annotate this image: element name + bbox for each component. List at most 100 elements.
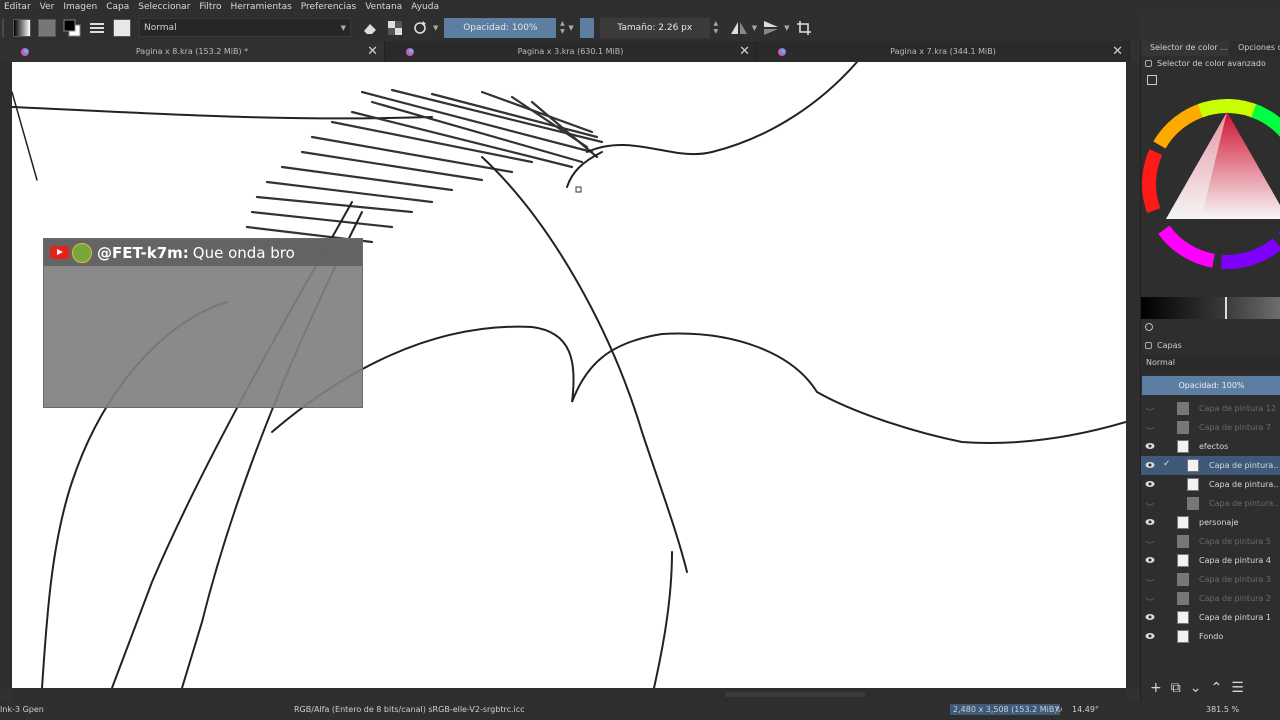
value-marker[interactable] — [1225, 297, 1227, 319]
refresh-icon[interactable] — [1145, 323, 1153, 331]
brush-preset-thumb — [113, 18, 131, 37]
close-icon[interactable]: ✕ — [739, 44, 750, 59]
menu-filtro[interactable]: Filtro — [195, 2, 226, 12]
duplicate-layer-icon[interactable]: ⧉ — [1171, 680, 1181, 696]
layer-name: Capa de pintura... — [1209, 480, 1279, 489]
blend-mode-value: Normal — [144, 22, 177, 33]
eye-icon[interactable] — [1145, 613, 1155, 621]
chevron-down-icon[interactable]: ▼ — [752, 24, 757, 32]
layer-thumbnail — [1177, 630, 1189, 643]
blend-mode-select[interactable]: Normal ▼ — [139, 18, 351, 37]
lock-icon[interactable] — [1145, 60, 1152, 67]
crop-wrap-icon[interactable] — [793, 17, 815, 39]
chevron-down-icon[interactable]: ▼ — [568, 24, 573, 32]
opacity-slider[interactable]: Opacidad: 100% — [444, 17, 557, 38]
close-icon[interactable]: ✕ — [1112, 44, 1123, 59]
tab-pagina-3[interactable]: Pagina x 3.kra (630.1 MiB) ✕ — [385, 41, 757, 62]
status-rotation[interactable]: 14.49° — [1072, 705, 1099, 714]
chat-text: Que onda bro — [192, 243, 295, 262]
layer-blend-select[interactable]: Normal — [1142, 355, 1280, 371]
tab-color-selector[interactable]: Selector de color ... — [1141, 41, 1229, 56]
menu-ventana[interactable]: Ventana — [361, 2, 407, 12]
layer-name: Capa de pintura 7 — [1199, 423, 1271, 432]
tab-pagina-7[interactable]: Pagina x 7.kra (344.1 MiB) ✕ — [757, 41, 1130, 62]
reload-preset-icon[interactable] — [409, 17, 431, 39]
rotation-icon[interactable]: ↻ — [1056, 705, 1063, 714]
layer-row[interactable]: Capa de pintura 3 — [1141, 570, 1280, 589]
chevron-down-icon[interactable]: ▼ — [433, 24, 438, 32]
eye-closed-icon[interactable] — [1145, 423, 1155, 431]
layer-row[interactable]: Capa de pintura 7 — [1141, 418, 1280, 437]
status-dimensions[interactable]: 2,480 x 3,508 (153.2 MiB) — [950, 704, 1061, 715]
color-wheel[interactable] — [1141, 97, 1280, 272]
canvas-left-gutter — [0, 62, 12, 688]
eraser-icon[interactable] — [359, 17, 381, 39]
eye-icon[interactable] — [1145, 518, 1155, 526]
eye-closed-icon[interactable] — [1145, 404, 1155, 412]
layer-row[interactable]: Capa de pintura 5 — [1141, 532, 1280, 551]
menu-icon[interactable]: ☰ — [1231, 680, 1244, 696]
layer-row[interactable]: Capa de pintura 2 — [1141, 589, 1280, 608]
layer-row[interactable]: Capa de pintura 12 — [1141, 399, 1280, 418]
add-layer-icon[interactable]: + — [1150, 680, 1162, 696]
layer-thumbnail — [1177, 573, 1189, 586]
horizontal-scrollbar[interactable] — [12, 688, 1126, 701]
menu-ver[interactable]: Ver — [36, 2, 60, 12]
move-down-icon[interactable]: ⌄ — [1190, 680, 1202, 696]
brush-settings-icon[interactable] — [86, 17, 108, 39]
close-icon[interactable]: ✕ — [367, 44, 378, 59]
eye-icon[interactable] — [1145, 461, 1155, 469]
brush-preset-button[interactable] — [111, 17, 133, 39]
chevron-down-icon[interactable]: ▼ — [784, 24, 789, 32]
list-icon[interactable] — [1147, 75, 1157, 85]
eye-closed-icon[interactable] — [1145, 499, 1155, 507]
layer-blend-value: Normal — [1146, 358, 1175, 367]
fg-bg-color-button[interactable] — [61, 17, 83, 39]
layer-row[interactable]: Fondo — [1141, 627, 1280, 646]
layer-row[interactable]: efectos — [1141, 437, 1280, 456]
layer-row[interactable]: ✓ Capa de pintura... — [1141, 456, 1280, 475]
menu-preferencias[interactable]: Preferencias — [297, 2, 361, 12]
layer-row[interactable]: Capa de pintura 1 — [1141, 608, 1280, 627]
alpha-lock-icon[interactable] — [384, 17, 406, 39]
eye-icon[interactable] — [1145, 556, 1155, 564]
layer-name: Capa de pintura 3 — [1199, 575, 1271, 584]
lock-icon[interactable] — [1145, 342, 1152, 349]
eye-closed-icon[interactable] — [1145, 594, 1155, 602]
layer-row[interactable]: personaje — [1141, 513, 1280, 532]
tab-tool-options[interactable]: Opciones de — [1229, 41, 1280, 56]
value-bar[interactable] — [1141, 297, 1280, 319]
mirror-vertical-icon[interactable] — [760, 17, 782, 39]
size-spinner[interactable]: ▲ ▼ — [712, 18, 720, 38]
mirror-horizontal-icon[interactable] — [728, 17, 750, 39]
move-up-icon[interactable]: ⌃ — [1210, 680, 1222, 696]
eye-closed-icon[interactable] — [1145, 537, 1155, 545]
layers-title: Capas — [1157, 341, 1182, 350]
gradient-button[interactable] — [11, 17, 33, 39]
tab-pagina-8[interactable]: Pagina x 8.kra (153.2 MiB) * ✕ — [0, 41, 385, 62]
hue-ring-svg — [1142, 99, 1280, 269]
menu-imagen[interactable]: Imagen — [59, 2, 102, 12]
opacity-spinner[interactable]: ▲ ▼ — [558, 18, 566, 38]
eye-icon[interactable] — [1145, 442, 1155, 450]
mirror-svg — [730, 21, 747, 34]
flow-indicator[interactable] — [579, 17, 594, 38]
menu-ayuda[interactable]: Ayuda — [407, 2, 444, 12]
check-icon[interactable]: ✓ — [1163, 459, 1171, 469]
menu-capa[interactable]: Capa — [102, 2, 134, 12]
status-zoom[interactable]: 381.5 % — [1206, 705, 1239, 714]
eye-icon[interactable] — [1145, 480, 1155, 488]
menu-herramientas[interactable]: Herramientas — [226, 2, 296, 12]
scrollbar-thumb[interactable] — [725, 692, 865, 697]
layer-row[interactable]: Capa de pintura... — [1141, 494, 1280, 513]
eye-closed-icon[interactable] — [1145, 575, 1155, 583]
menu-seleccionar[interactable]: Seleccionar — [134, 2, 195, 12]
sketch-stroke — [586, 62, 858, 156]
layer-opacity-slider[interactable]: Opacidad: 100% — [1142, 376, 1280, 395]
pattern-button[interactable] — [36, 17, 58, 39]
eye-icon[interactable] — [1145, 632, 1155, 640]
layer-row[interactable]: Capa de pintura 4 — [1141, 551, 1280, 570]
size-slider[interactable]: Tamaño: 2.26 px — [599, 17, 710, 38]
layer-row[interactable]: Capa de pintura... — [1141, 475, 1280, 494]
menu-editar[interactable]: Editar — [0, 2, 36, 12]
